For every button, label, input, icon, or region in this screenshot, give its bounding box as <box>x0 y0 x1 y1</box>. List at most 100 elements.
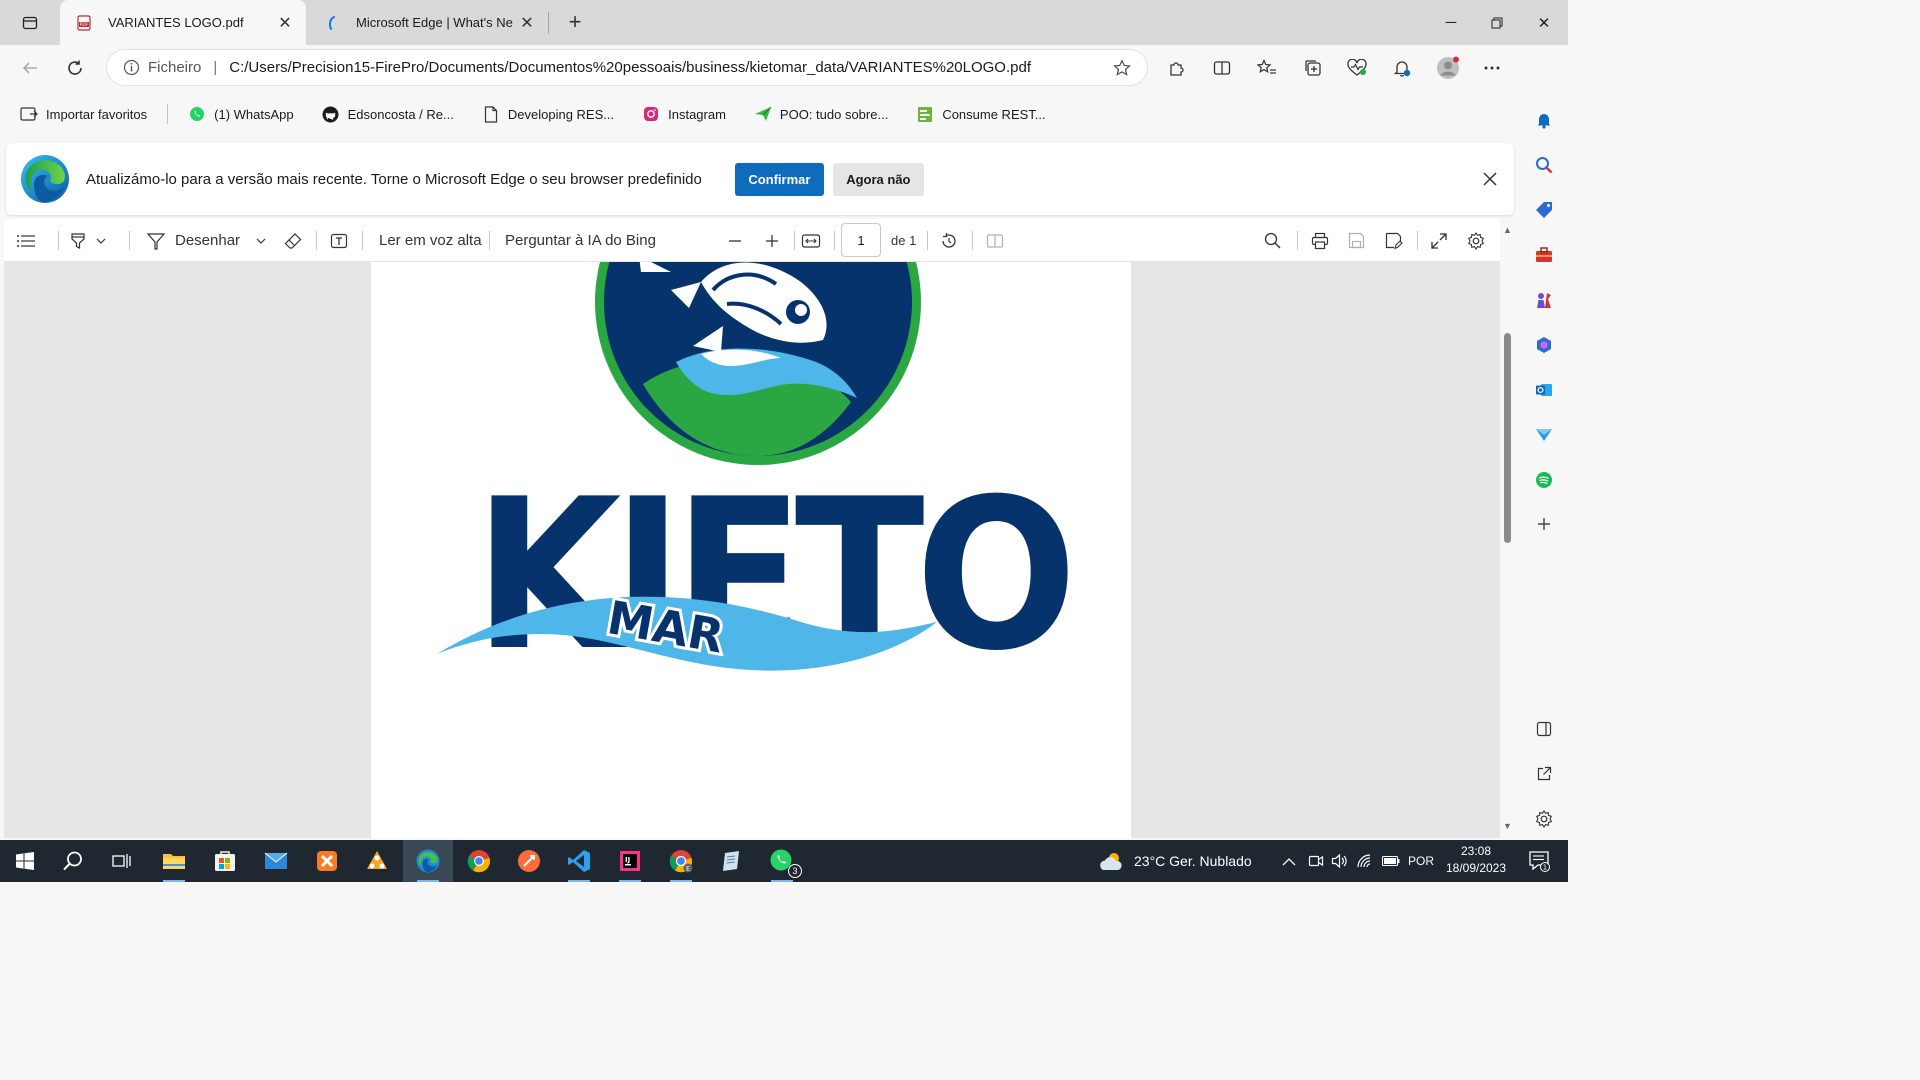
taskbar-store[interactable] <box>200 840 250 882</box>
bookmark-developing-rest[interactable]: Developing RES... <box>482 105 614 123</box>
start-button[interactable] <box>0 840 50 882</box>
weather-widget[interactable]: 23°C Ger. Nublado <box>1098 840 1252 882</box>
bookmark-import-favorites[interactable]: Importar favoritos <box>20 105 147 123</box>
sidebar-tools[interactable] <box>1530 241 1558 269</box>
meet-now-icon[interactable] <box>1308 840 1324 882</box>
add-text-button[interactable] <box>330 219 348 262</box>
sidebar-games[interactable] <box>1530 286 1558 314</box>
add-favorite-button[interactable] <box>1107 58 1137 77</box>
edge-logo-icon <box>21 155 69 203</box>
bookmark-github[interactable]: Edsoncosta / Re... <box>322 105 454 123</box>
taskbar-postman[interactable] <box>504 840 554 882</box>
find-button[interactable] <box>1264 219 1281 262</box>
sidebar-spotify[interactable] <box>1530 466 1558 494</box>
site-info-button[interactable]: Ficheiro <box>123 59 201 76</box>
page-view-button[interactable] <box>986 219 1004 262</box>
confirm-button[interactable]: Confirmar <box>734 162 824 196</box>
sidebar-settings[interactable] <box>1530 805 1558 833</box>
scrollbar-thumb[interactable] <box>1504 333 1511 543</box>
sidebar-drop[interactable] <box>1530 421 1558 449</box>
taskbar-search[interactable] <box>48 840 98 882</box>
browser-essentials-button[interactable] <box>1340 52 1374 84</box>
refresh-button[interactable] <box>59 52 91 84</box>
ask-bing-ai-button[interactable]: Perguntar à IA do Bing <box>505 219 656 262</box>
profile-button[interactable] <box>1431 52 1465 84</box>
sidebar-microsoft365[interactable] <box>1530 331 1558 359</box>
restore-button[interactable] <box>1474 0 1520 45</box>
clock[interactable]: 23:08 18/09/2023 <box>1440 843 1512 877</box>
pdf-viewer[interactable]: KIETO MAR <box>4 262 1500 838</box>
vertical-scrollbar[interactable]: ▲ ▼ <box>1500 219 1516 838</box>
url-text[interactable]: C:/Users/Precision15-FirePro/Documents/D… <box>229 59 1107 76</box>
close-window-button[interactable]: ✕ <box>1521 0 1567 45</box>
rotate-button[interactable] <box>940 219 958 262</box>
taskbar-xampp[interactable] <box>302 840 352 882</box>
scroll-up-arrow-icon[interactable]: ▲ <box>1503 225 1512 235</box>
favorites-button[interactable] <box>1250 52 1284 84</box>
mail-icon <box>264 852 288 869</box>
close-infobar-button[interactable] <box>1478 167 1502 191</box>
sidebar-open-external[interactable] <box>1530 760 1558 788</box>
read-aloud-button[interactable]: Ler em voz alta <box>379 219 482 262</box>
not-now-button[interactable]: Agora não <box>832 162 924 196</box>
new-tab-button[interactable]: + <box>562 9 588 35</box>
print-button[interactable] <box>1311 219 1329 262</box>
minimize-button[interactable]: ─ <box>1428 0 1474 45</box>
split-screen-button[interactable] <box>1205 52 1239 84</box>
save-button[interactable] <box>1348 219 1365 262</box>
address-bar[interactable]: Ficheiro | C:/Users/Precision15-FirePro/… <box>107 50 1147 85</box>
extensions-button[interactable] <box>1160 52 1194 84</box>
battery-icon[interactable] <box>1382 840 1400 882</box>
back-button[interactable] <box>14 52 46 84</box>
contents-button[interactable] <box>16 219 36 262</box>
settings-more-button[interactable] <box>1475 52 1509 84</box>
taskbar-vscode[interactable] <box>554 840 604 882</box>
draw-button[interactable]: Desenhar <box>147 219 266 262</box>
sidebar-outlook[interactable] <box>1530 376 1558 404</box>
sidebar-hide[interactable] <box>1530 715 1558 743</box>
fullscreen-button[interactable] <box>1431 219 1447 262</box>
eraser-button[interactable] <box>284 219 302 262</box>
bookmark-poo[interactable]: POO: tudo sobre... <box>754 105 888 123</box>
close-tab-icon[interactable]: ✕ <box>516 12 538 34</box>
tab-actions-button[interactable] <box>12 8 48 38</box>
taskbar-file-explorer[interactable] <box>149 840 199 882</box>
zoom-out-button[interactable] <box>728 219 742 262</box>
pdf-settings-button[interactable] <box>1467 219 1485 262</box>
scroll-down-arrow-icon[interactable]: ▼ <box>1503 821 1512 831</box>
sidebar-shopping[interactable] <box>1530 196 1558 224</box>
highlight-button[interactable] <box>70 219 106 262</box>
taskbar-sublime[interactable] <box>352 840 402 882</box>
notifications-button[interactable] <box>1385 52 1419 84</box>
sidebar-add[interactable] <box>1530 510 1558 538</box>
taskbar-edge[interactable] <box>403 840 453 882</box>
toolbar-divider <box>834 231 835 250</box>
bookmark-label: POO: tudo sobre... <box>779 106 889 122</box>
arrow-icon <box>754 105 772 123</box>
bookmark-instagram[interactable]: Instagram <box>642 105 726 123</box>
zoom-in-button[interactable] <box>765 219 779 262</box>
bookmark-whatsapp[interactable]: (1) WhatsApp <box>188 105 294 123</box>
save-as-button[interactable] <box>1385 219 1403 262</box>
volume-icon[interactable] <box>1331 840 1347 882</box>
page-number-input[interactable]: 1 <box>841 223 881 257</box>
collections-button[interactable] <box>1296 52 1330 84</box>
taskbar-chrome-profile[interactable]: E <box>656 840 706 882</box>
wifi-icon[interactable] <box>1356 840 1374 882</box>
close-tab-icon[interactable]: ✕ <box>274 12 296 34</box>
taskbar-intellij[interactable]: IJ <box>605 840 655 882</box>
notification-center-button[interactable]: 1 <box>1524 840 1554 882</box>
taskbar-chrome[interactable] <box>454 840 504 882</box>
show-hidden-icons-button[interactable] <box>1282 840 1296 882</box>
sidebar-search[interactable] <box>1530 151 1558 179</box>
fit-width-button[interactable] <box>801 219 821 262</box>
taskbar-mail[interactable] <box>251 840 301 882</box>
task-view-button[interactable] <box>97 840 147 882</box>
sidebar-notifications[interactable] <box>1530 106 1558 134</box>
tab-edge-whats-new[interactable]: Microsoft Edge | What's Ne ✕ <box>308 0 548 45</box>
bookmark-consume-rest[interactable]: Consume REST... <box>916 105 1046 123</box>
taskbar-whatsapp[interactable]: 3 <box>757 840 807 882</box>
input-language[interactable]: POR <box>1408 840 1434 882</box>
tab-variantes-logo[interactable]: PDF VARIANTES LOGO.pdf ✕ <box>60 0 306 45</box>
taskbar-notes-app[interactable] <box>706 840 756 882</box>
